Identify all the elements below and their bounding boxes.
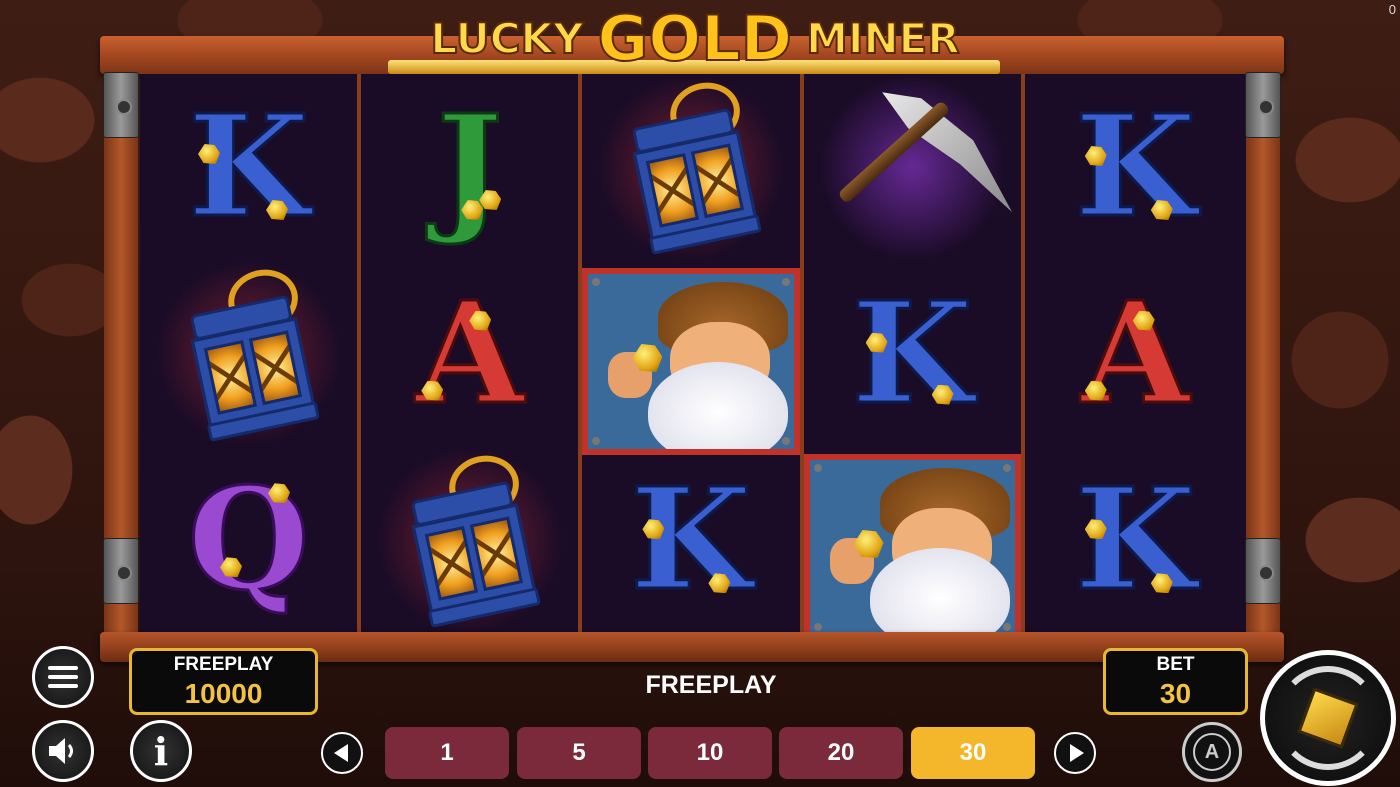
bet-option-1[interactable]: 1 [385,727,509,779]
sound-button[interactable] [32,720,94,782]
symbol-pickaxe [803,74,1021,261]
bet-option-5[interactable]: 5 [517,727,641,779]
spin-button[interactable] [1260,650,1396,786]
pickaxe-icon [822,82,1013,252]
symbol-k: K [1073,458,1198,623]
symbol-lantern [361,447,579,634]
game-title: LUCKY GOLD MINER [429,1,960,76]
lantern-icon [394,449,545,631]
status-message: FREEPLAY [645,671,777,699]
bet-option-30[interactable]: 30 [911,727,1035,779]
symbol-k: K [186,85,311,250]
lantern-icon [616,76,767,258]
balance-label: FREEPLAY [173,654,274,675]
bet-panel: BET 30 [1103,648,1248,715]
bet-option-10[interactable]: 10 [648,727,772,779]
reels-grid: K Q J A K K K A K [140,74,1246,641]
gold-miner-icon [829,468,1010,635]
hamburger-menu-icon [48,666,78,688]
symbol-lantern [582,74,800,261]
arrow-left-icon [333,744,348,762]
info-button[interactable]: i [130,720,192,782]
spin-icon [1276,666,1380,770]
symbol-a: A [414,271,526,436]
symbol-miner [803,454,1021,641]
symbol-q: Q [186,458,311,623]
balance-value: 10000 [184,678,263,709]
reel-5: K A K [1024,74,1246,634]
symbol-miner [582,268,800,455]
autoplay-icon: A [1193,733,1231,771]
gold-cube-icon [1297,687,1359,749]
corner-counter: 0 [1388,2,1396,17]
speaker-icon [49,738,73,764]
arrow-right-icon [1069,744,1084,762]
symbol-k: K [1073,85,1198,250]
reel-1: K Q [140,74,362,634]
lantern-icon [173,263,324,444]
info-icon: i [153,728,169,774]
reel-4: K [803,74,1025,641]
frame-bracket [103,538,139,604]
bet-label: BET [1156,654,1195,675]
menu-button[interactable] [32,646,94,708]
balance-panel: FREEPLAY 10000 [129,648,318,715]
symbol-a: A [1080,271,1192,436]
bet-option-20[interactable]: 20 [779,727,903,779]
reel-2: J A [361,74,583,634]
symbol-k: K [629,458,754,623]
bet-increase-button[interactable] [1054,732,1096,774]
symbol-k: K [850,271,975,436]
bet-decrease-button[interactable] [321,732,363,774]
symbol-lantern [140,260,358,448]
gold-miner-icon [608,282,789,449]
bet-value: 30 [1159,678,1192,709]
frame-bracket [1245,538,1281,604]
symbol-j: J [435,85,504,250]
autoplay-button[interactable]: A [1182,722,1242,782]
frame-bracket [103,72,139,138]
frame-bracket [1245,72,1281,138]
reel-3: K [582,74,804,634]
